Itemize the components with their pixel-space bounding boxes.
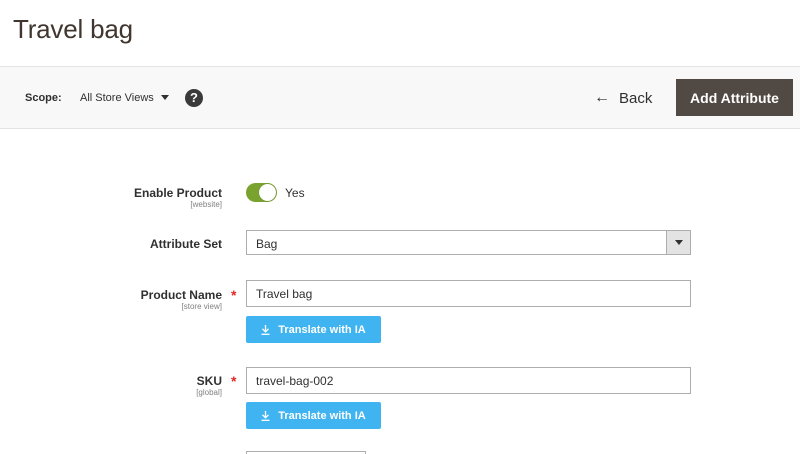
chevron-down-icon [160,94,169,100]
scope-label: Scope: [25,92,62,104]
translate-sku-button[interactable]: Translate with IA [246,402,381,429]
back-button[interactable]: ← Back [594,88,652,108]
enable-product-scope: [website] [190,200,222,209]
chevron-down-icon [666,231,690,254]
translate-button-label: Translate with IA [278,409,366,422]
scope-value: All Store Views [80,92,154,104]
product-name-input[interactable] [246,280,691,307]
add-attribute-button[interactable]: Add Attribute [676,79,793,116]
toggle-knob [259,184,276,201]
product-name-label: Product Name [140,288,222,302]
attribute-set-label: Attribute Set [150,237,222,251]
back-button-label: Back [619,89,653,107]
download-icon [261,324,270,335]
enable-product-toggle[interactable] [246,183,277,202]
arrow-left-icon: ← [594,89,610,106]
sku-input[interactable] [246,367,691,394]
translate-product-name-button[interactable]: Translate with IA [246,316,381,343]
product-name-scope: [store view] [181,302,222,311]
attribute-set-select[interactable]: Bag [246,230,691,255]
page-title: Travel bag [13,14,133,44]
download-icon [261,410,270,421]
enable-product-value: Yes [285,186,305,200]
attribute-set-value: Bag [256,237,278,251]
scope-switcher[interactable]: All Store Views [80,92,169,104]
scope-toolbar: Scope: All Store Views ? ← Back Add Attr… [0,66,800,129]
sku-label: SKU [196,374,222,388]
help-icon[interactable]: ? [185,89,203,107]
sku-scope: [global] [196,388,222,397]
required-marker: * [231,373,237,389]
required-marker: * [231,287,237,303]
enable-product-label: Enable Product [133,186,222,200]
translate-button-label: Translate with IA [278,323,366,336]
